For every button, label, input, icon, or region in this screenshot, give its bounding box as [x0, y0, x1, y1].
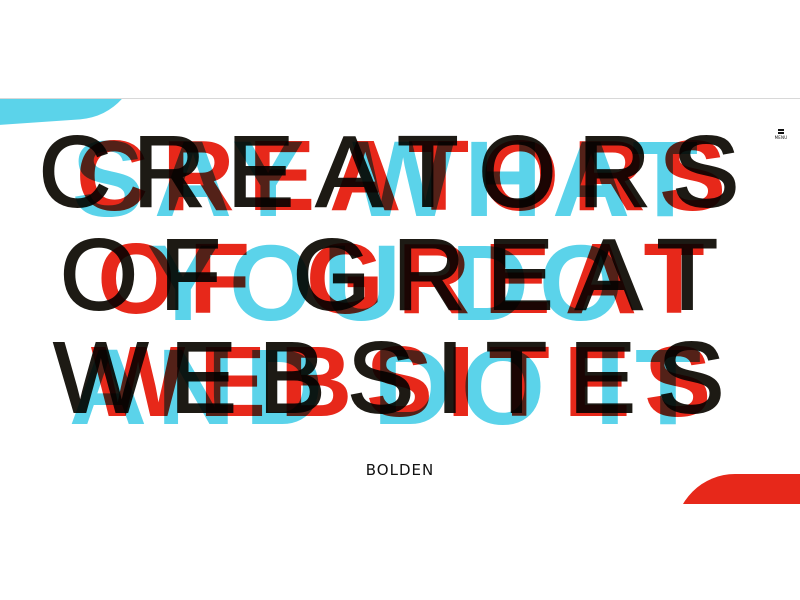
headline-line: CREATORS — [38, 116, 762, 228]
headline-layer-black: CREATORS OF GREAT WEBSITES — [0, 116, 800, 434]
headline-line: OF GREAT — [59, 219, 740, 331]
headline-line: WEBSITES — [53, 322, 747, 434]
brand-logo[interactable]: BOLDEN — [0, 461, 800, 479]
hero-section: MENU SAY WHAT YOU DO AND DO IT CREATORS … — [0, 98, 800, 504]
hero-headline: SAY WHAT YOU DO AND DO IT CREATORS OF GR… — [0, 99, 800, 441]
